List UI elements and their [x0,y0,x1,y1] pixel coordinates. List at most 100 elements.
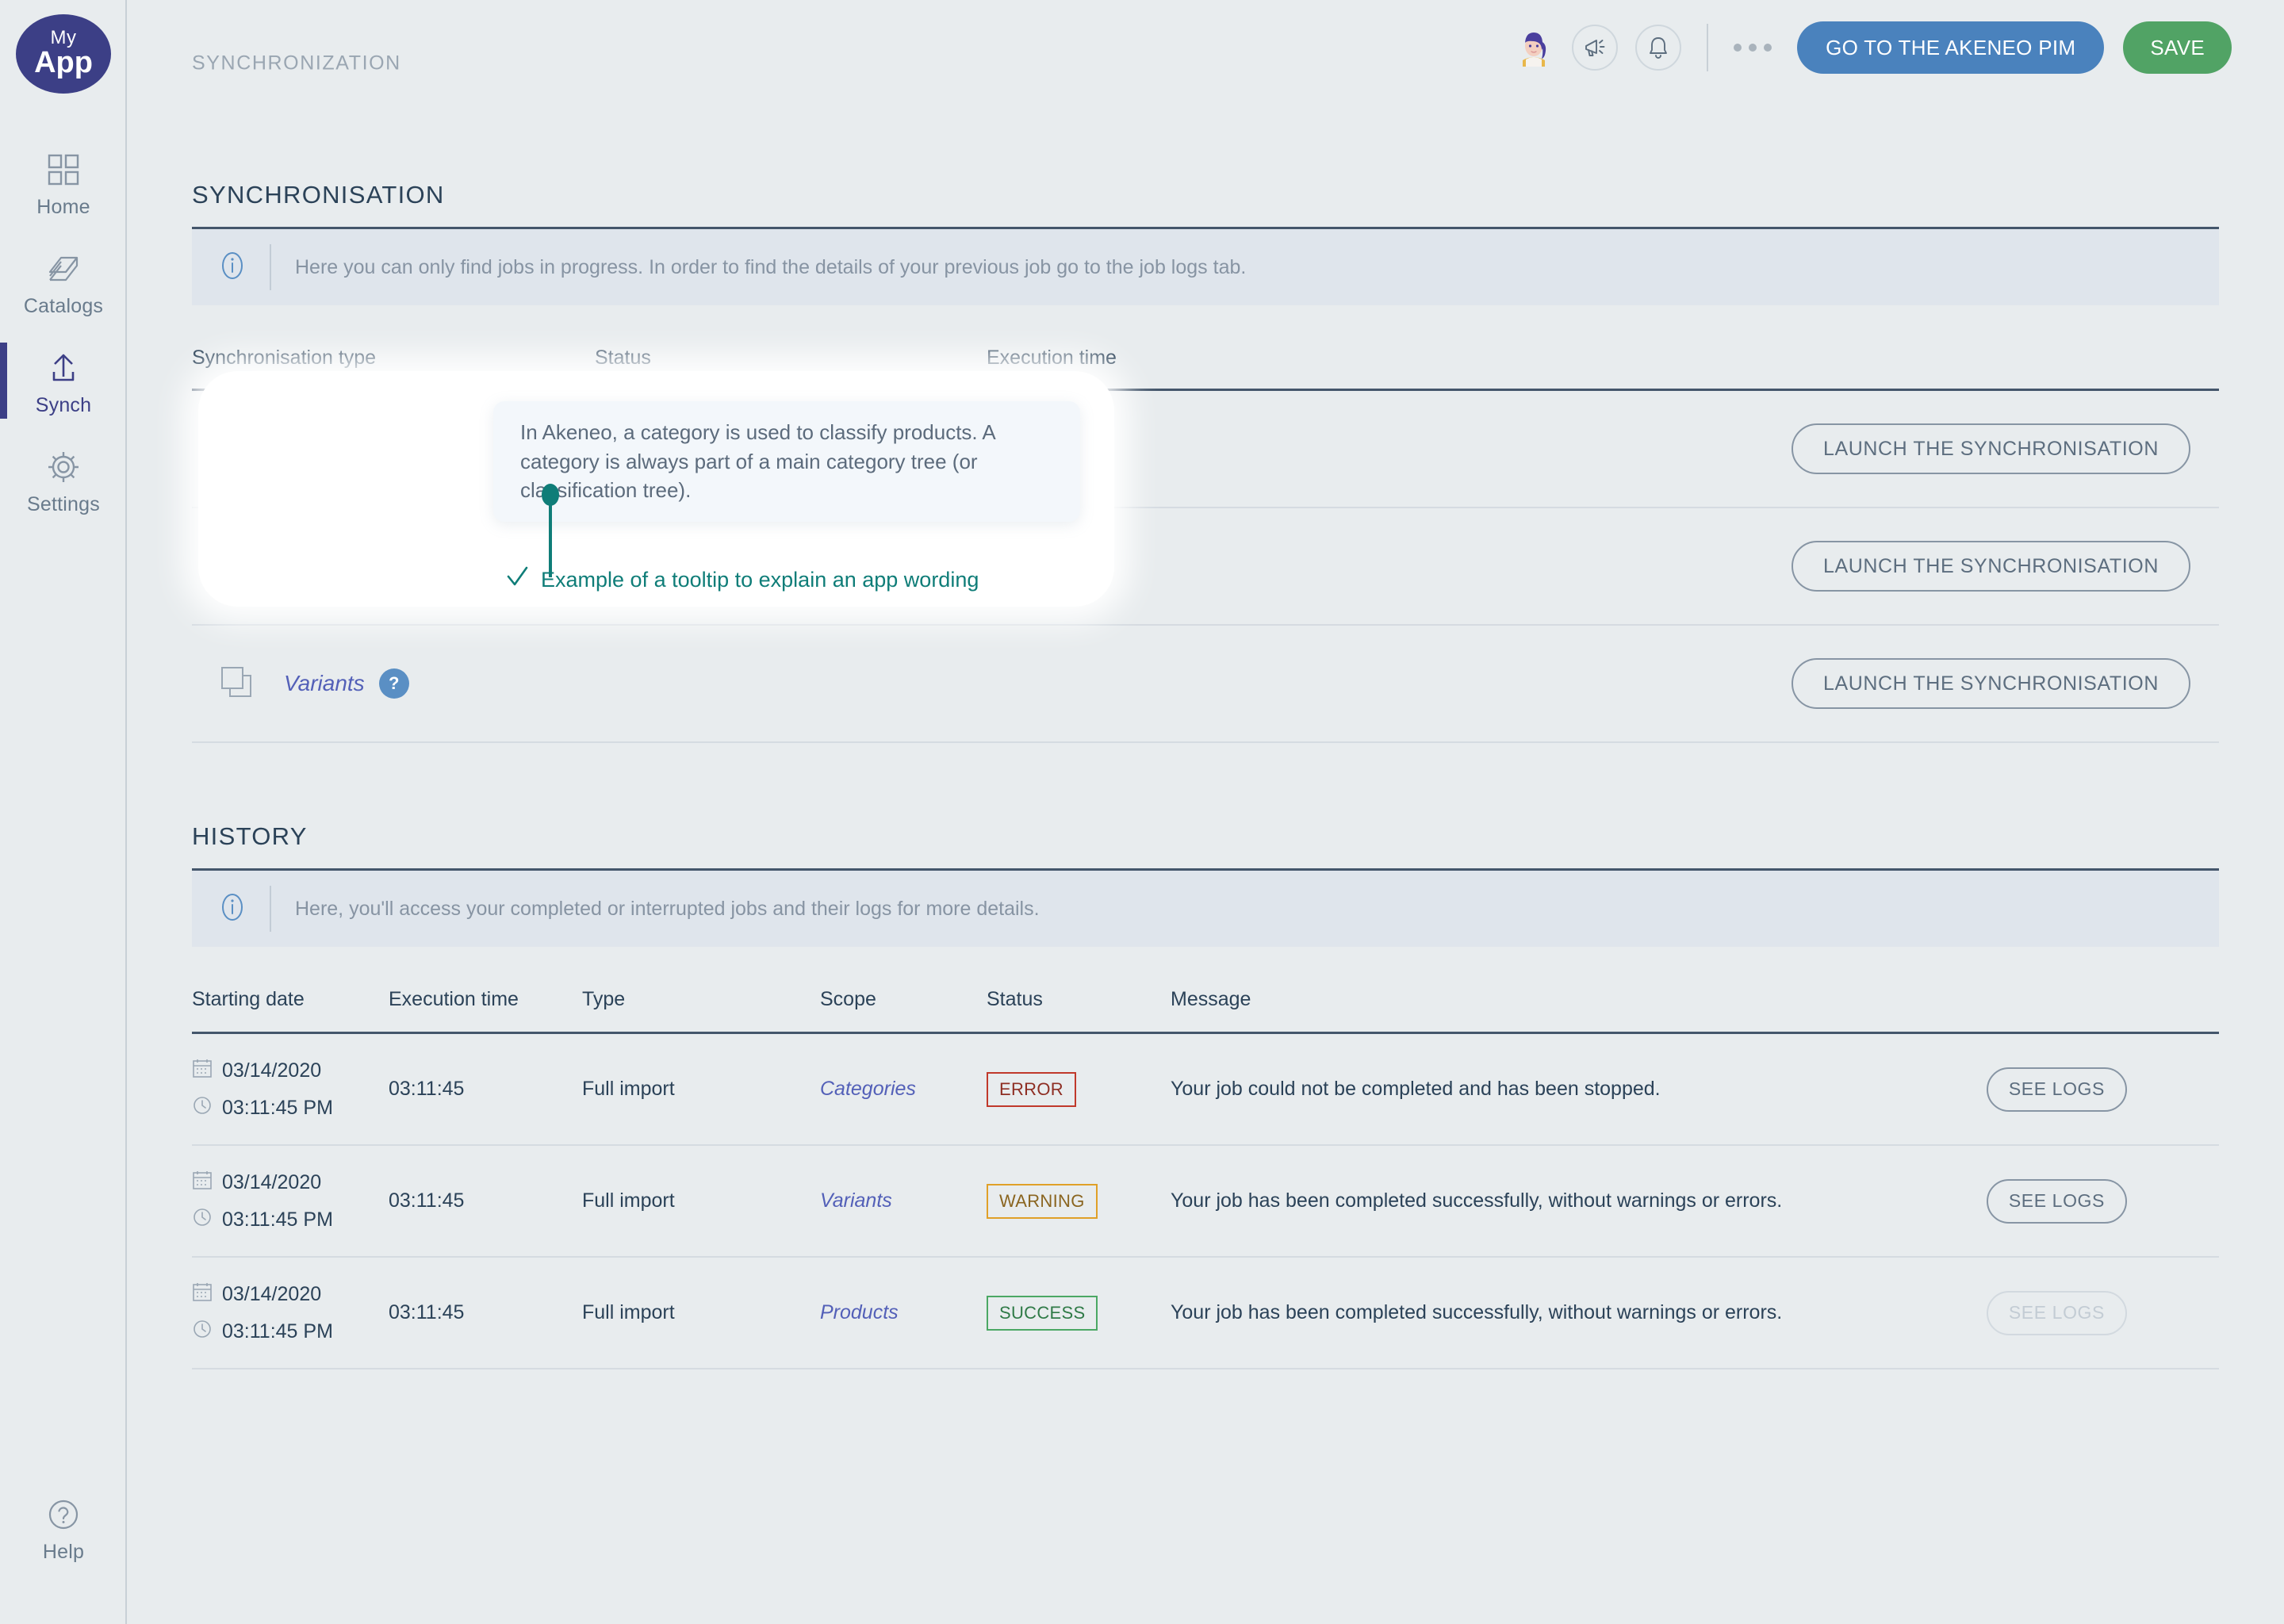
topbar: SYNCHRONIZATION [127,0,2284,94]
app-logo: My App [16,14,111,94]
books-icon [45,246,82,292]
sync-row-label: Categories [284,436,391,462]
sync-row-name[interactable]: Variants ? [284,668,409,699]
sidebar-item-label: Synch [36,394,91,417]
copies-icon [192,663,284,704]
sidebar-item-home[interactable]: Home [0,135,127,230]
upload-icon [45,345,82,391]
status-badge: WARNING [987,1184,1098,1219]
annotation-callout: Example of a tooltip to explain an app w… [504,565,979,596]
divider [270,886,271,932]
start-date: 03/14/2020 [222,1171,321,1194]
help-badge-icon[interactable]: ? [386,551,416,581]
sync-row-name[interactable]: Products ? [284,551,416,581]
breadcrumb[interactable]: SYNCHRONIZATION [192,52,401,75]
start-time: 03:11:45 PM [222,1320,333,1343]
info-icon [216,891,249,928]
scope-value: Variants [820,1189,892,1212]
sync-banner-text: Here you can only find jobs in progress.… [295,256,1246,279]
topbar-actions: GO TO THE AKENEO PIM SAVE [1512,21,2232,74]
sidebar: My App Home Catalogs [0,0,127,1624]
scope-value: Products [820,1301,899,1323]
table-row: Products ? LAUNCH THE SYNCHRONISATION [192,508,2219,626]
history-title: HISTORY [192,822,2284,851]
time-line: 03:11:45 PM [192,1095,389,1121]
category-tree-icon [192,427,284,471]
status-cell: SUCCESS [987,1296,1171,1331]
launch-synchronisation-button[interactable]: LAUNCH THE SYNCHRONISATION [1792,423,2190,474]
execution-time-value: 03:11:45 [389,1189,582,1212]
col-scope: Scope [820,988,987,1011]
starting-date-cell: 03/14/2020 03:11:45 PM [192,1170,389,1233]
see-logs-button: SEE LOGS [1987,1291,2127,1335]
execution-time-value: 03:11:45 [389,1078,582,1101]
megaphone-icon[interactable] [1572,25,1618,71]
sync-row-label: Products [284,553,372,579]
divider [270,244,271,290]
annotation-text: Example of a tooltip to explain an app w… [541,568,979,592]
clipboard-icon [192,544,284,588]
col-execution-time: Execution time [987,347,2219,370]
history-table-header: Starting date Execution time Type Scope … [192,988,2219,1032]
col-synchronisation-type: Synchronisation type [192,347,595,370]
status-cell: ERROR [987,1072,1171,1107]
table-row: Variants ? LAUNCH THE SYNCHRONISATION [192,626,2219,743]
avatar[interactable] [1512,25,1556,70]
date-line: 03/14/2020 [192,1170,389,1196]
tooltip-popup: In Akeneo, a category is used to classif… [493,401,1080,522]
launch-synchronisation-button[interactable]: LAUNCH THE SYNCHRONISATION [1792,658,2190,709]
date-line: 03/14/2020 [192,1281,389,1308]
scope-link[interactable]: Variants [820,1189,987,1212]
time-line: 03:11:45 PM [192,1319,389,1345]
more-dots-icon[interactable] [1734,44,1772,52]
sidebar-item-label: Settings [27,493,100,516]
history-table-body: 03/14/2020 03:11:45 PM 03:11:45 Full imp… [192,1032,2219,1369]
save-button[interactable]: SAVE [2123,21,2232,74]
status-cell: WARNING [987,1184,1171,1219]
starting-date-cell: 03/14/2020 03:11:45 PM [192,1058,389,1121]
start-time: 03:11:45 PM [222,1208,333,1231]
see-logs-button[interactable]: SEE LOGS [1987,1067,2127,1112]
start-time: 03:11:45 PM [222,1097,333,1120]
clock-icon [192,1319,213,1345]
main-content: SYNCHRONISATION Here you can only find j… [127,94,2284,1369]
status-badge: SUCCESS [987,1296,1098,1331]
grid-icon [46,147,81,193]
col-starting-date: Starting date [192,988,389,1011]
sidebar-item-settings[interactable]: Settings [0,432,127,527]
calendar-icon [192,1058,213,1084]
type-value: Full import [582,1189,820,1212]
status-badge: ERROR [987,1072,1076,1107]
type-value: Full import [582,1301,820,1324]
sidebar-item-help[interactable]: Help [0,1480,127,1575]
col-status: Status [595,347,987,370]
scope-link[interactable]: Categories [820,1078,987,1101]
help-badge-icon[interactable]: ? [405,434,435,464]
col-status: Status [987,988,1171,1011]
bell-icon[interactable] [1635,25,1681,71]
goto-akeneo-pim-button[interactable]: GO TO THE AKENEO PIM [1797,21,2104,74]
see-logs-button[interactable]: SEE LOGS [1987,1179,2127,1224]
col-message: Message [1171,988,2219,1011]
check-icon [504,565,530,596]
logo-line-1: My [51,29,77,48]
sidebar-item-label: Home [36,196,90,219]
table-row: 03/14/2020 03:11:45 PM 03:11:45 Full imp… [192,1034,2219,1146]
table-row: 03/14/2020 03:11:45 PM 03:11:45 Full imp… [192,1146,2219,1258]
scope-link[interactable]: Products [820,1301,987,1324]
sidebar-item-catalogs[interactable]: Catalogs [0,234,127,329]
sync-row-name[interactable]: Categories ? [284,434,435,464]
clock-icon [192,1095,213,1121]
history-info-banner: Here, you'll access your completed or in… [192,871,2219,947]
sidebar-item-label: Help [43,1541,84,1564]
divider [1707,24,1708,71]
sidebar-item-label: Catalogs [24,295,103,318]
table-row: 03/14/2020 03:11:45 PM 03:11:45 Full imp… [192,1258,2219,1369]
execution-time-value: 03:11:45 [389,1301,582,1324]
help-badge-icon[interactable]: ? [379,668,409,699]
calendar-icon [192,1170,213,1196]
launch-synchronisation-button[interactable]: LAUNCH THE SYNCHRONISATION [1792,541,2190,592]
clock-icon [192,1207,213,1233]
sidebar-item-synch[interactable]: Synch [0,333,127,428]
starting-date-cell: 03/14/2020 03:11:45 PM [192,1281,389,1345]
